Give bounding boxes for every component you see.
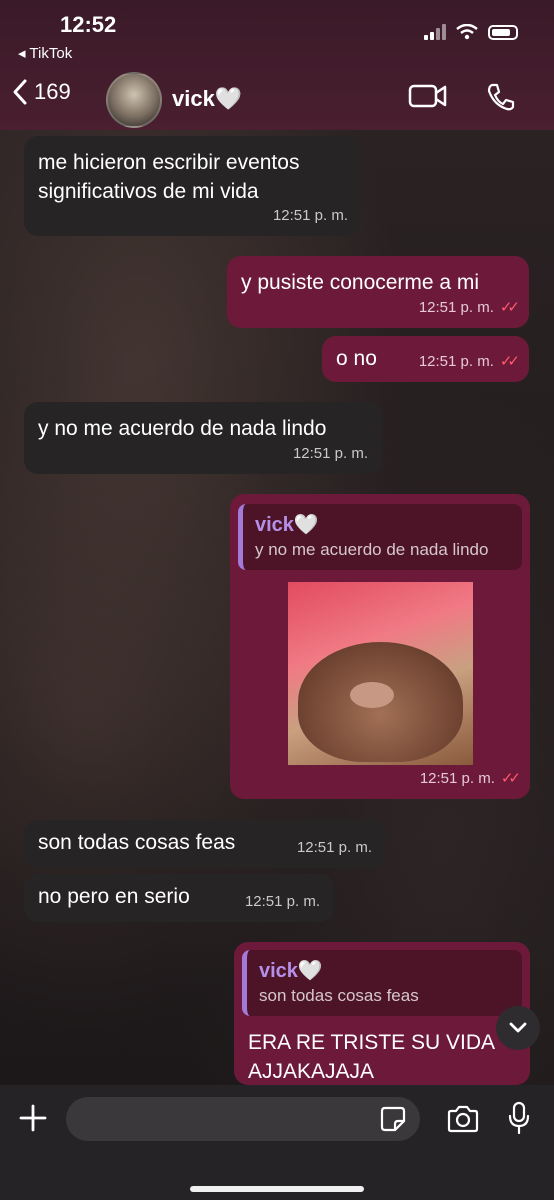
- camera-icon[interactable]: [446, 1105, 480, 1133]
- chevron-down-icon: [509, 1022, 527, 1033]
- message-outgoing[interactable]: o no 12:51 p. m. ✓✓: [322, 336, 529, 382]
- sticker-image[interactable]: [288, 582, 473, 765]
- nav-row: 169 vick🤍: [0, 70, 554, 128]
- message-incoming[interactable]: y no me acuerdo de nada lindo 12:51 p. m…: [24, 402, 382, 474]
- message-text: me hicieron escribir eventos: [38, 151, 300, 174]
- back-button[interactable]: 169: [12, 78, 71, 106]
- unread-count: 169: [34, 79, 71, 104]
- sticker-icon[interactable]: [380, 1106, 406, 1132]
- message-input[interactable]: [66, 1097, 420, 1141]
- chat-header: 12:52 ◂ TikTok 169 vick🤍: [0, 0, 554, 130]
- plus-icon[interactable]: [18, 1103, 48, 1133]
- reply-quote[interactable]: vick🤍 y no me acuerdo de nada lindo: [238, 504, 522, 570]
- back-to-app-link[interactable]: ◂ TikTok: [18, 44, 72, 62]
- video-call-icon[interactable]: [408, 82, 448, 110]
- quote-author: vick🤍: [255, 514, 319, 536]
- message-outgoing-reply[interactable]: vick🤍 son todas cosas feas ERA RE TRISTE…: [234, 942, 530, 1085]
- quote-text: y no me acuerdo de nada lindo: [255, 540, 489, 559]
- message-meta: 12:51 p. m. ✓✓: [418, 347, 520, 376]
- battery-icon: [488, 24, 518, 40]
- microphone-icon[interactable]: [508, 1101, 530, 1135]
- message-time: 12:51 p. m.: [418, 353, 494, 370]
- message-meta: 12:51 p. m. ✓✓: [419, 764, 521, 793]
- wifi-icon: [456, 24, 478, 40]
- chevron-left-icon: [13, 79, 27, 105]
- contact-avatar[interactable]: [106, 72, 162, 128]
- quote-text: son todas cosas feas: [259, 986, 419, 1005]
- message-time: 12:51 p. m.: [244, 893, 320, 910]
- message-time: 12:51 p. m.: [419, 770, 495, 787]
- message-text: ERA RE TRISTE SU VIDA: [248, 1031, 496, 1054]
- message-outgoing-reply[interactable]: vick🤍 y no me acuerdo de nada lindo 12:5…: [230, 494, 530, 799]
- message-incoming[interactable]: son todas cosas feas 12:51 p. m.: [24, 820, 386, 868]
- message-incoming[interactable]: me hicieron escribir eventos significati…: [24, 136, 360, 236]
- scroll-to-bottom-button[interactable]: [496, 1006, 540, 1050]
- message-time: 12:51 p. m.: [418, 299, 494, 316]
- message-text: AJJAKAJAJA: [248, 1060, 375, 1083]
- signal-icon: [424, 24, 446, 40]
- home-indicator: [190, 1186, 364, 1192]
- double-check-icon: ✓✓: [500, 770, 521, 787]
- message-incoming[interactable]: no pero en serio 12:51 p. m.: [24, 874, 334, 922]
- message-time: 12:51 p. m.: [272, 207, 348, 224]
- reply-quote[interactable]: vick🤍 son todas cosas feas: [242, 950, 522, 1016]
- double-check-icon: ✓✓: [499, 299, 520, 316]
- message-meta: 12:51 p. m. ✓✓: [418, 293, 520, 322]
- status-time: 12:52: [60, 12, 117, 37]
- message-composer: [0, 1085, 554, 1200]
- message-time: 12:51 p. m.: [296, 839, 372, 856]
- quote-author: vick🤍: [259, 960, 323, 982]
- call-actions: [408, 82, 516, 112]
- double-check-icon: ✓✓: [499, 353, 520, 370]
- message-time: 12:51 p. m.: [292, 445, 368, 462]
- message-outgoing[interactable]: y pusiste conocerme a mi 12:51 p. m. ✓✓: [227, 256, 529, 328]
- contact-name[interactable]: vick🤍: [172, 86, 242, 112]
- phone-icon[interactable]: [486, 82, 516, 112]
- status-icons: [424, 24, 518, 40]
